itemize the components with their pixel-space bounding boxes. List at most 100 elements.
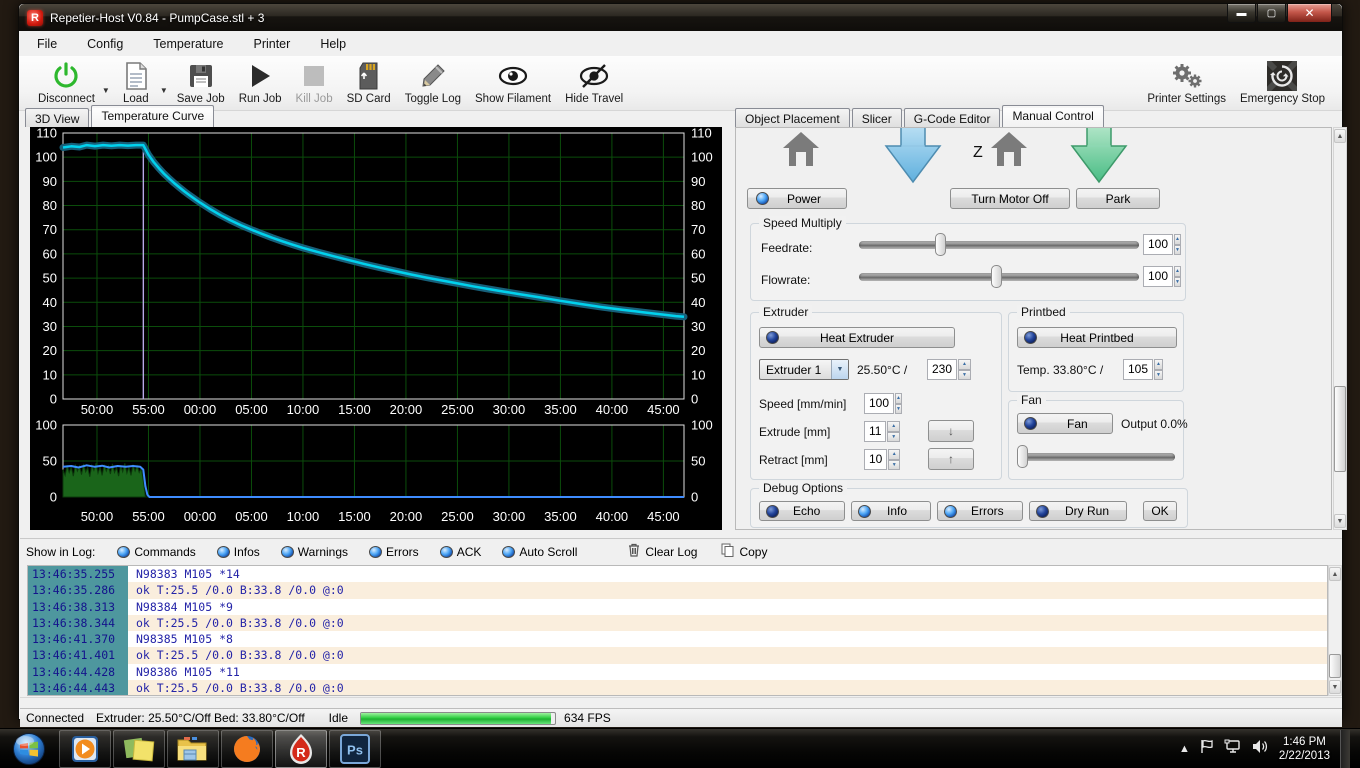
extruder-speed-spinner[interactable]: 100 ▲▼ — [864, 393, 900, 414]
feedrate-slider-thumb[interactable] — [935, 233, 946, 256]
menu-file[interactable]: File — [37, 37, 57, 51]
dry-run-toggle-button[interactable]: Dry Run — [1029, 501, 1127, 521]
heat-extruder-button[interactable]: Heat Extruder — [759, 327, 955, 348]
taskbar-firefox-icon[interactable] — [221, 730, 273, 768]
extruder-target-value[interactable]: 230 — [927, 359, 957, 380]
fan-slider-thumb[interactable] — [1017, 445, 1028, 468]
action-center-flag-icon[interactable] — [1200, 739, 1214, 759]
ok-button[interactable]: OK — [1143, 501, 1177, 521]
title-bar[interactable]: R Repetier-Host V0.84 - PumpCase.stl + 3… — [19, 4, 1342, 31]
taskbar-repetier-host-icon[interactable]: R — [275, 730, 327, 768]
show-filament-button[interactable]: Show Filament — [468, 58, 558, 107]
menu-help[interactable]: Help — [320, 37, 346, 51]
extrude-value[interactable]: 11 — [864, 421, 886, 442]
fan-speed-slider[interactable] — [1017, 445, 1175, 469]
scrollbar-thumb[interactable] — [1334, 386, 1346, 472]
printbed-target-spinner-arrows[interactable]: ▲▼ — [1154, 359, 1163, 380]
flowrate-slider[interactable] — [859, 265, 1139, 289]
load-button[interactable]: Load — [112, 58, 160, 107]
taskbar-explorer-icon[interactable] — [167, 730, 219, 768]
scrollbar-thumb[interactable] — [1329, 654, 1341, 678]
extrude-button[interactable]: ↓ — [928, 420, 974, 442]
menu-temperature[interactable]: Temperature — [153, 37, 223, 51]
network-icon[interactable] — [1224, 739, 1242, 759]
minimize-button[interactable]: ▬ — [1227, 4, 1256, 23]
taskbar-photoshop-icon[interactable]: Ps — [329, 730, 381, 768]
close-button[interactable]: ✕ — [1287, 4, 1332, 23]
extruder-target-spinner[interactable]: 230 ▲▼ — [927, 359, 971, 380]
y-down-arrow-icon[interactable] — [884, 127, 942, 189]
heat-printbed-button[interactable]: Heat Printbed — [1017, 327, 1177, 348]
scroll-up-icon[interactable]: ▲ — [1329, 567, 1341, 581]
log-toggle-ack[interactable]: ACK — [440, 545, 482, 559]
retract-value[interactable]: 10 — [864, 449, 887, 470]
extrude-spinner-arrows[interactable]: ▲▼ — [887, 421, 900, 442]
retract-button[interactable]: ↑ — [928, 448, 974, 470]
load-dropdown-caret[interactable]: ▼ — [160, 86, 168, 95]
sd-card-button[interactable]: SD Card — [340, 58, 398, 107]
feedrate-value[interactable]: 100 — [1143, 234, 1173, 255]
scroll-down-icon[interactable]: ▼ — [1334, 514, 1346, 528]
extruder-target-spinner-arrows[interactable]: ▲▼ — [958, 359, 971, 380]
fan-button[interactable]: Fan — [1017, 413, 1113, 434]
run-job-button[interactable]: Run Job — [232, 58, 289, 107]
home-x-icon[interactable] — [781, 132, 821, 171]
emergency-stop-button[interactable]: Emergency Stop — [1233, 58, 1332, 107]
toggle-log-button[interactable]: Toggle Log — [398, 58, 468, 107]
log-horizontal-scrollbar[interactable] — [20, 697, 1342, 708]
log-scrollbar[interactable]: ▲ ▼ — [1328, 565, 1342, 696]
taskbar-media-player-icon[interactable] — [59, 730, 111, 768]
log-toggle-auto-scroll[interactable]: Auto Scroll — [502, 545, 577, 559]
printbed-target-spinner[interactable]: 105 ▲▼ — [1123, 359, 1163, 380]
taskbar-clock[interactable]: 1:46 PM 2/22/2013 — [1279, 735, 1330, 763]
tab-3d-view[interactable]: 3D View — [25, 108, 89, 127]
echo-toggle-button[interactable]: Echo — [759, 501, 845, 521]
communication-log[interactable]: 13:46:35.255N98383 M105 *14 13:46:35.286… — [27, 565, 1328, 696]
flowrate-value[interactable]: 100 — [1143, 266, 1173, 287]
log-toggle-infos[interactable]: Infos — [217, 545, 260, 559]
log-toggle-commands[interactable]: Commands — [117, 545, 195, 559]
disconnect-button[interactable]: Disconnect — [31, 58, 102, 107]
maximize-button[interactable]: ▢ — [1257, 4, 1286, 23]
extrude-spinner[interactable]: 11 ▲▼ — [864, 421, 900, 442]
power-button[interactable]: Power — [747, 188, 847, 209]
extruder-speed-value[interactable]: 100 — [864, 393, 894, 414]
clear-log-button[interactable]: Clear Log — [628, 543, 697, 560]
log-toggle-errors[interactable]: Errors — [369, 545, 419, 559]
log-toggle-warnings[interactable]: Warnings — [281, 545, 348, 559]
feedrate-spinner[interactable]: 100 ▲▼ — [1143, 234, 1181, 255]
flowrate-slider-thumb[interactable] — [991, 265, 1002, 288]
scroll-up-icon[interactable]: ▲ — [1334, 129, 1346, 143]
extruder-select[interactable]: Extruder 1 ▼ — [759, 359, 849, 380]
start-button[interactable] — [1, 730, 57, 768]
save-job-button[interactable]: Save Job — [170, 58, 232, 107]
retract-spinner[interactable]: 10 ▲▼ — [864, 449, 900, 470]
tray-hidden-icons-arrow[interactable]: ▲ — [1179, 743, 1190, 755]
manual-control-scrollbar[interactable]: ▲ ▼ — [1333, 127, 1347, 530]
park-button[interactable]: Park — [1076, 188, 1160, 209]
flowrate-spinner-arrows[interactable]: ▲▼ — [1174, 266, 1181, 287]
printer-settings-button[interactable]: Printer Settings — [1140, 58, 1233, 107]
menu-config[interactable]: Config — [87, 37, 123, 51]
tab-slicer[interactable]: Slicer — [852, 108, 902, 127]
volume-icon[interactable] — [1252, 739, 1269, 759]
taskbar-sticky-notes-icon[interactable] — [113, 730, 165, 768]
show-desktop-button[interactable] — [1340, 730, 1350, 768]
feedrate-spinner-arrows[interactable]: ▲▼ — [1174, 234, 1181, 255]
copy-log-button[interactable]: Copy — [721, 543, 767, 560]
retract-spinner-arrows[interactable]: ▲▼ — [888, 449, 900, 470]
turn-motor-off-button[interactable]: Turn Motor Off — [950, 188, 1070, 209]
tab-manual-control[interactable]: Manual Control — [1002, 105, 1103, 127]
printbed-target-value[interactable]: 105 — [1123, 359, 1153, 380]
flowrate-spinner[interactable]: 100 ▲▼ — [1143, 266, 1181, 287]
hide-travel-button[interactable]: Hide Travel — [558, 58, 630, 107]
errors-toggle-button[interactable]: Errors — [937, 501, 1023, 521]
info-toggle-button[interactable]: Info — [851, 501, 931, 521]
disconnect-dropdown-caret[interactable]: ▼ — [102, 86, 110, 95]
menu-printer[interactable]: Printer — [253, 37, 290, 51]
extruder-speed-spinner-arrows[interactable]: ▲▼ — [895, 393, 902, 414]
tab-object-placement[interactable]: Object Placement — [735, 108, 850, 127]
tab-temperature-curve[interactable]: Temperature Curve — [91, 105, 214, 127]
tab-gcode-editor[interactable]: G-Code Editor — [904, 108, 1001, 127]
feedrate-slider[interactable] — [859, 233, 1139, 257]
